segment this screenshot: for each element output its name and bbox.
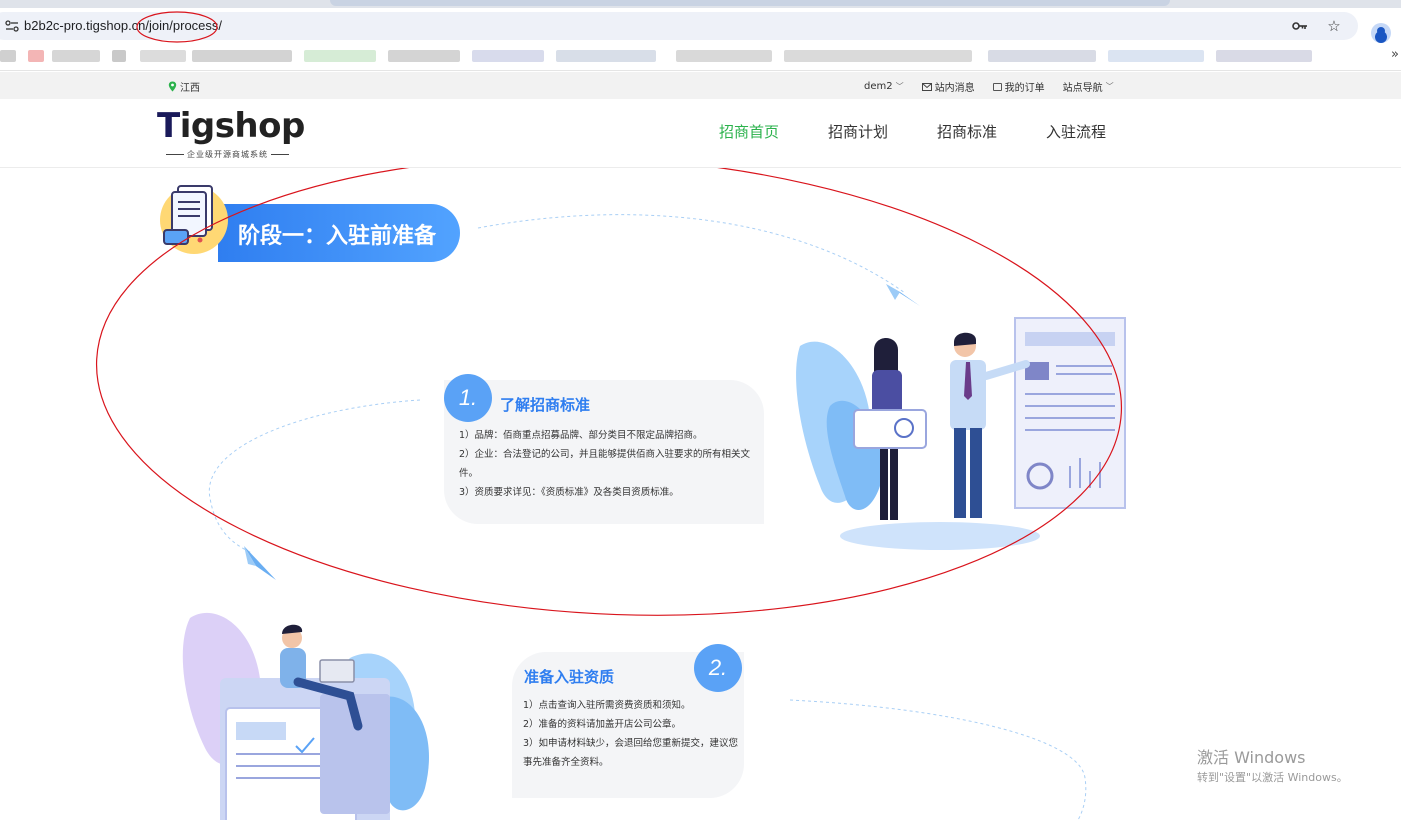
laptop-man-illustration [182,612,429,820]
messages-label: 站内消息 [934,83,975,94]
tab-strip [0,0,1401,8]
url-path: /join/process/ [145,18,223,33]
location-label: 江西 [180,83,200,94]
step-desc-1: 1）品牌：佰商重点招募品牌、部分类目不限定品牌招商。 2）企业：合法登记的公司，… [459,426,754,502]
bookmark-item[interactable] [52,50,100,62]
business-people-illustration [796,317,1126,550]
bookmarks-bar: » [0,44,1401,71]
bookmark-item[interactable] [0,50,16,62]
bookmark-item[interactable] [388,50,460,62]
step-1-line-1: 1）品牌：佰商重点招募品牌、部分类目不限定品牌招商。 [459,430,703,441]
step-card-2: 2. 准备入驻资质 1）点击查询入驻所需资费资质和须知。 2）准备的资料请加盖开… [512,644,744,798]
bookmark-item[interactable] [988,50,1096,62]
nav-recruit-plan[interactable]: 招商计划 [828,121,888,142]
step-1-line-3: 3）资质要求详见：《资质标准》及各类目资质标准。 [459,487,679,498]
nav-recruit-home[interactable]: 招商首页 [719,121,779,142]
address-bar-row: b2b2c-pro.tigshop.cn/join/process/ ☆ [0,8,1401,44]
step-number-2: 2. [694,644,742,692]
site-nav-label: 站点导航 [1062,83,1103,94]
chevron-down-icon: ﹀ [895,82,904,91]
bookmark-item[interactable] [784,50,972,62]
messages-link[interactable]: 站内消息 [921,79,975,94]
logo-wordmark: Tigshop [157,106,305,146]
mail-icon [921,82,932,91]
omnibox-actions: ☆ [1290,16,1344,36]
location-selector[interactable]: 江西 [168,79,200,94]
topbar-links: dem2 ﹀ 站内消息 我的订单 站点导航 ﹀ [864,79,1114,94]
paper-plane-icon [886,284,920,306]
star-icon[interactable]: ☆ [1324,16,1344,36]
step-title-1: 了解招商标准 [500,396,591,414]
step-2-line-1: 1）点击查询入驻所需资费资质和须知。 [523,700,691,711]
key-icon[interactable] [1290,16,1310,36]
url-text[interactable]: b2b2c-pro.tigshop.cn/join/process/ [24,17,222,35]
user-menu[interactable]: dem2 ﹀ [864,79,904,94]
bookmark-item[interactable] [1108,50,1204,62]
bookmark-item[interactable] [28,50,44,62]
profile-icon[interactable] [1371,23,1391,43]
stage-title: 阶段一：入驻前准备 [238,224,437,249]
watermark-line-2: 转到"设置"以激活 Windows。 [1197,771,1348,784]
process-content: 阶段一：入驻前准备 1. 了解招商标准 1）品牌：佰商重点招募品牌、部分类目不限… [0,168,1401,820]
bookmark-item[interactable] [112,50,126,62]
document-hand-icon [160,185,228,254]
bookmark-item[interactable] [140,50,186,62]
bookmark-item[interactable] [676,50,772,62]
site-header: Tigshop 企业级开源商城系统 招商首页 招商计划 招商标准 入驻流程 [0,99,1401,168]
orders-link[interactable]: 我的订单 [992,79,1045,94]
nav-join-process[interactable]: 入驻流程 [1046,121,1106,142]
bookmark-item[interactable] [304,50,376,62]
site-nav-menu[interactable]: 站点导航 ﹀ [1063,79,1114,94]
step-1-line-2: 2）企业：合法登记的公司，并且能够提供佰商入驻要求的所有相关文件。 [459,449,751,479]
site-topbar: 江西 dem2 ﹀ 站内消息 我的订单 站点导航 ﹀ [0,72,1401,100]
bookmarks-overflow-icon[interactable]: » [1391,47,1399,62]
order-list-icon [992,82,1002,91]
bookmark-item[interactable] [1216,50,1312,62]
step-number-1: 1. [444,374,492,422]
step-2-line-2: 2）准备的资料请加盖开店公司公章。 [523,719,682,730]
bookmark-item[interactable] [556,50,656,62]
main-nav: 招商首页 招商计划 招商标准 入驻流程 [719,121,1106,142]
active-tab[interactable] [330,0,1170,6]
watermark-line-1: 激活 Windows [1197,748,1306,767]
location-pin-icon [168,81,177,92]
step-2-line-3: 3）如申请材料缺少，会退回给您重新提交，建议您事先准备齐全资料。 [523,738,739,768]
nav-recruit-standard[interactable]: 招商标准 [937,121,997,142]
step-title-2: 准备入驻资质 [524,668,615,686]
chevron-down-icon: ﹀ [1105,82,1114,91]
step-desc-2: 1）点击查询入驻所需资费资质和须知。 2）准备的资料请加盖开店公司公章。 3）如… [523,696,739,772]
windows-activation-watermark: 激活 Windows 转到"设置"以激活 Windows。 [1197,744,1348,785]
tigshop-logo[interactable]: Tigshop 企业级开源商城系统 [157,107,317,161]
step-card-1: 1. 了解招商标准 1）品牌：佰商重点招募品牌、部分类目不限定品牌招商。 2）企… [444,374,764,524]
address-bar[interactable]: b2b2c-pro.tigshop.cn/join/process/ ☆ [0,12,1358,40]
logo-subtitle: 企业级开源商城系统 [163,149,292,160]
bookmark-item[interactable] [472,50,544,62]
url-host: b2b2c-pro.tigshop.cn [24,18,146,33]
orders-label: 我的订单 [1004,83,1045,94]
stage-banner: 阶段一：入驻前准备 [218,204,460,262]
user-name: dem2 [864,81,893,92]
site-info-icon[interactable] [4,18,20,34]
bookmark-item[interactable] [192,50,292,62]
